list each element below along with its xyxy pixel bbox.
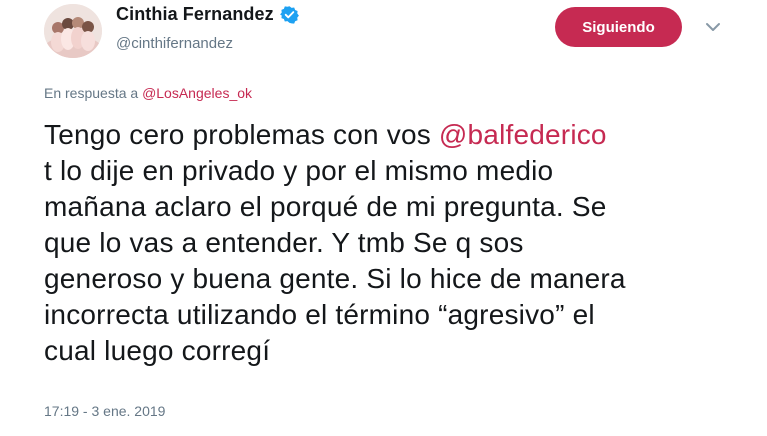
tweet-line-1-text: Tengo cero problemas con vos (44, 119, 439, 150)
reply-mention-link[interactable]: @LosAngeles_ok (142, 85, 252, 101)
tweet-timestamp[interactable]: 17:19 - 3 ene. 2019 (44, 403, 165, 419)
tweet-line-2: t lo dije en privado y por el mismo medi… (44, 155, 554, 186)
following-button[interactable]: Siguiendo (555, 7, 682, 47)
user-handle[interactable]: @cinthifernandez (116, 35, 233, 52)
reply-context: En respuesta a @LosAngeles_ok (44, 85, 252, 101)
tweet-line-1: Tengo cero problemas con vos @balfederic… (44, 117, 744, 153)
tweet-card: Cinthia Fernandez @cinthifernandez Sigui… (0, 0, 767, 436)
avatar[interactable] (44, 4, 102, 58)
tweet-text: Tengo cero problemas con vos @balfederic… (44, 117, 744, 369)
tweet-line-7: cual luego corregí (44, 335, 271, 366)
verified-badge-icon (279, 6, 299, 24)
tweet-line-4: que lo vas a entender. Y tmb Se q sos (44, 227, 524, 258)
tweet-line-6: incorrecta utilizando el término “agresi… (44, 299, 595, 330)
tweet-line-3: mañana aclaro el porqué de mi pregunta. … (44, 191, 607, 222)
user-name-row: Cinthia Fernandez (116, 4, 299, 25)
reply-prefix: En respuesta a (44, 85, 143, 101)
avatar-photo (44, 4, 102, 58)
chevron-down-icon[interactable] (705, 20, 721, 34)
display-name[interactable]: Cinthia Fernandez (116, 4, 274, 25)
tweet-line-5: generoso y buena gente. Si lo hice de ma… (44, 263, 626, 294)
tweet-mention-link[interactable]: @balfederico (439, 119, 607, 150)
